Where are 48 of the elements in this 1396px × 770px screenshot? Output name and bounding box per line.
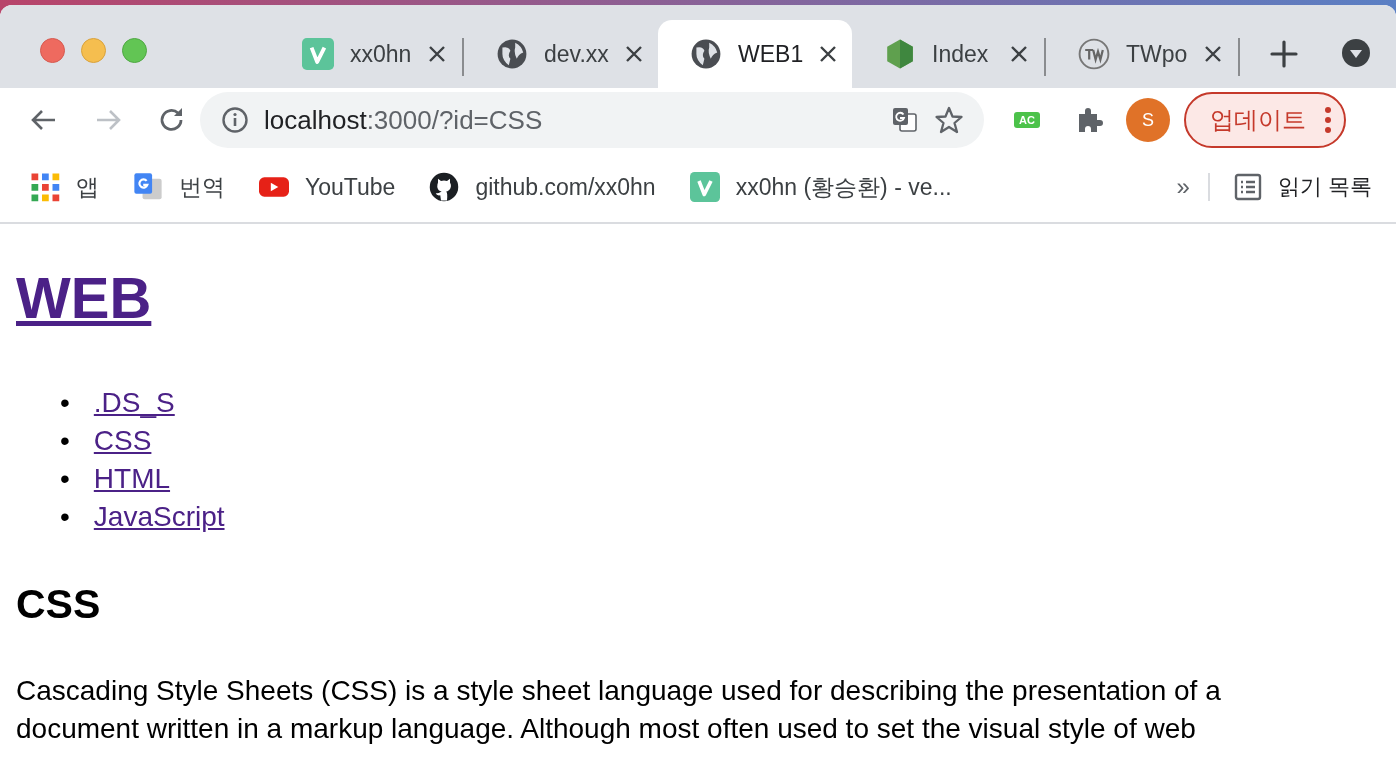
more-icon[interactable]	[1323, 106, 1332, 134]
bullet: •	[60, 500, 70, 534]
translate-icon[interactable]	[890, 105, 920, 135]
update-button[interactable]: 업데이트	[1183, 92, 1346, 148]
translate-icon	[133, 172, 163, 202]
browser-tab[interactable]: TWpo	[1046, 20, 1240, 88]
tab-search-icon[interactable]	[1341, 38, 1371, 68]
list-icon[interactable]	[1233, 173, 1262, 201]
close-icon[interactable]	[428, 45, 446, 63]
browser-tab[interactable]: dev.xx	[464, 20, 658, 88]
hexagon-icon	[884, 38, 916, 70]
browser-tab[interactable]: xx0hn	[270, 20, 464, 88]
bullet: •	[60, 424, 70, 458]
v-logo-icon	[302, 38, 334, 70]
bullet: •	[60, 462, 70, 496]
tw-logo-icon	[1078, 38, 1110, 70]
site-title-link[interactable]: WEB	[16, 265, 152, 330]
bookmark-item[interactable]: xx0hn (황승환) - ve...	[689, 171, 952, 203]
octocat-icon	[429, 172, 460, 202]
bookmark-item[interactable]: 앱	[30, 171, 99, 203]
browser-tab[interactable]: WEB1	[658, 20, 852, 88]
apps-grid-icon	[30, 172, 60, 202]
bookmark-item[interactable]: YouTube	[259, 172, 396, 202]
address-bar[interactable]: localhost:3000/?id=CSS	[200, 92, 984, 148]
close-icon[interactable]	[819, 45, 838, 63]
url-text: localhost:3000/?id=CSS	[264, 104, 544, 136]
topic-link[interactable]: CSS	[93, 422, 152, 460]
close-icon[interactable]	[1204, 45, 1222, 63]
v-logo-icon	[689, 172, 720, 202]
globe-icon	[496, 38, 528, 70]
close-icon[interactable]	[1010, 45, 1028, 63]
more-bookmarks-button[interactable]: »	[1176, 173, 1210, 201]
topic-link[interactable]: JavaScript	[93, 498, 225, 536]
star-icon[interactable]	[934, 105, 964, 135]
reading-list-button[interactable]: 읽기 목록	[1209, 172, 1396, 202]
bookmark-item[interactable]: 번역	[133, 171, 225, 203]
bullet: •	[60, 386, 70, 420]
globe-icon	[690, 38, 722, 70]
close-window-button[interactable]	[40, 38, 65, 63]
page-heading: CSS	[16, 580, 102, 629]
info-icon[interactable]	[220, 105, 250, 135]
browser-tab[interactable]: Index	[852, 20, 1046, 88]
close-icon[interactable]	[624, 45, 643, 63]
topic-link[interactable]: HTML	[93, 460, 171, 498]
bookmark-item[interactable]: github.com/xx0hn	[429, 172, 656, 202]
topic-link[interactable]: .DS_S	[93, 384, 175, 422]
paragraph: Cascading Style Sheets (CSS) is a style sheet language used for describing the presentation of a document written in a markup language. Although most often used to set the visual style of web	[16, 674, 1222, 746]
new-tab-icon[interactable]	[1270, 40, 1298, 68]
